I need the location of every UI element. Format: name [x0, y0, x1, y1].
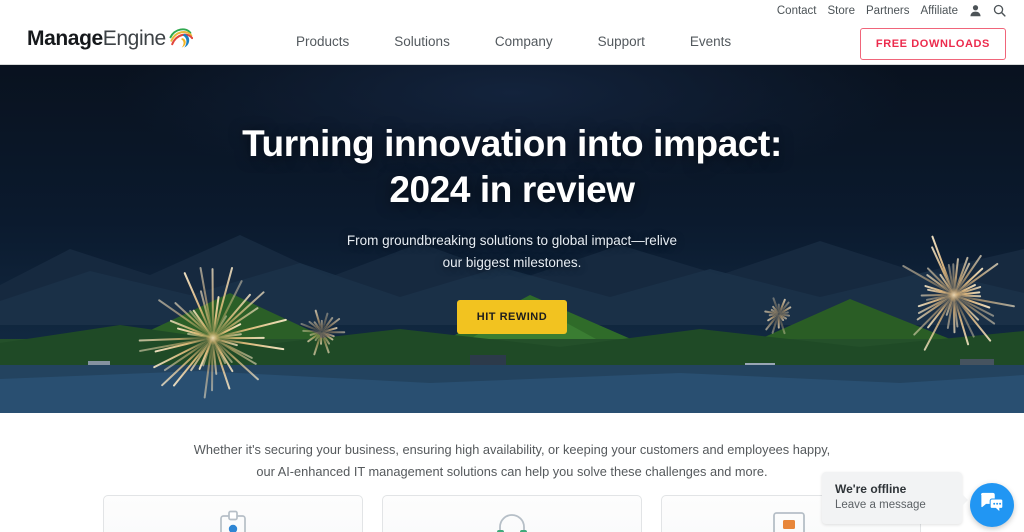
hero-subtitle-line1: From groundbreaking solutions to global …	[0, 230, 1024, 252]
logo-text-engine: Engine	[103, 28, 166, 49]
monitor-icon	[772, 510, 810, 532]
rainbow-swoosh-logo-icon	[167, 26, 193, 52]
utility-link-affiliate[interactable]: Affiliate	[920, 5, 958, 17]
nav-item-solutions[interactable]: Solutions	[394, 34, 450, 49]
nav-item-support[interactable]: Support	[598, 34, 645, 49]
utility-link-partners[interactable]: Partners	[866, 5, 909, 17]
free-downloads-button[interactable]: FREE DOWNLOADS	[860, 28, 1006, 60]
user-account-icon[interactable]	[969, 4, 982, 17]
hero-banner: Turning innovation into impact: 2024 in …	[0, 65, 1024, 413]
hero-subtitle-line2: our biggest milestones.	[0, 252, 1024, 274]
logo-text-manage: Manage	[27, 28, 103, 49]
main-nav: Products Solutions Company Support Event…	[296, 34, 731, 49]
page-root: Contact Store Partners Affiliate Manage E…	[0, 0, 1024, 532]
hero-title-line2: 2024 in review	[0, 167, 1024, 213]
hero-title: Turning innovation into impact: 2024 in …	[0, 121, 1024, 212]
utility-link-store[interactable]: Store	[828, 5, 856, 17]
nav-item-events[interactable]: Events	[690, 34, 731, 49]
intro-line1: Whether it's securing your business, ens…	[0, 439, 1024, 461]
nav-item-company[interactable]: Company	[495, 34, 553, 49]
nav-item-products[interactable]: Products	[296, 34, 349, 49]
chat-bubbles-icon	[980, 492, 1004, 519]
feature-card-support[interactable]	[382, 495, 642, 532]
utility-nav: Contact Store Partners Affiliate	[777, 4, 1006, 17]
chat-status-title: We're offline	[835, 481, 948, 498]
feature-card-security[interactable]	[103, 495, 363, 532]
chat-status-subtitle: Leave a message	[835, 497, 948, 514]
site-header: Contact Store Partners Affiliate Manage E…	[0, 0, 1024, 65]
water-foreground	[0, 365, 1024, 413]
chat-launcher-button[interactable]	[970, 483, 1014, 527]
hero-subtitle: From groundbreaking solutions to global …	[0, 230, 1024, 274]
utility-link-contact[interactable]: Contact	[777, 5, 817, 17]
hero-title-line1: Turning innovation into impact:	[0, 121, 1024, 167]
chat-status-bubble[interactable]: We're offline Leave a message	[822, 472, 962, 524]
clipboard-icon	[218, 510, 248, 532]
headset-icon	[495, 510, 529, 532]
manageengine-logo[interactable]: Manage Engine	[27, 23, 193, 49]
hero-content: Turning innovation into impact: 2024 in …	[0, 65, 1024, 334]
hit-rewind-button[interactable]: HIT REWIND	[457, 300, 567, 334]
search-icon[interactable]	[993, 4, 1006, 17]
